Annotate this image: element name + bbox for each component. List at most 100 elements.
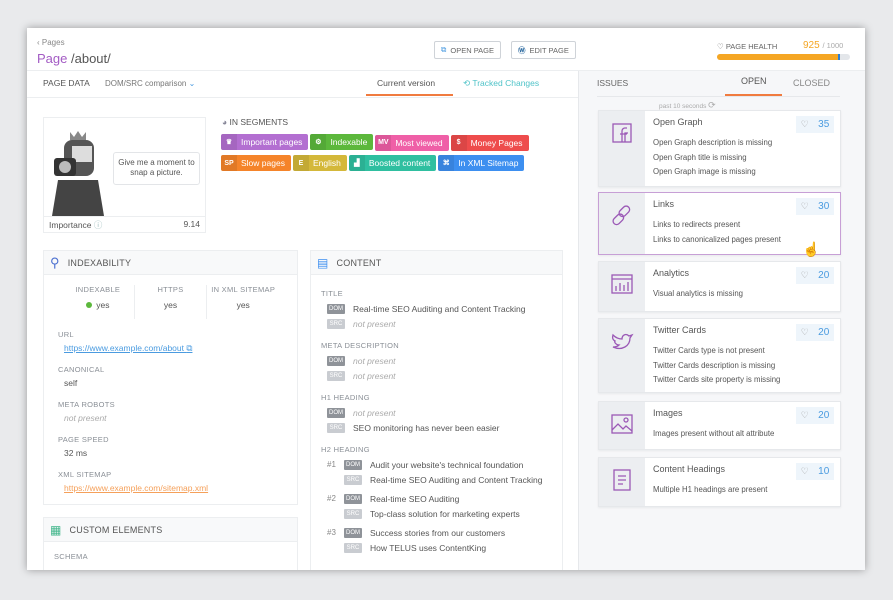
comparison-dropdown[interactable]: DOM/SRC comparison ⌄ <box>105 79 195 88</box>
panel-title: CONTENT <box>336 257 382 268</box>
content-row: DOM not present <box>321 405 552 420</box>
segment-badge[interactable]: ⌘ In XML Sitemap <box>438 154 525 171</box>
score-max: / 1000 <box>822 41 844 50</box>
issue-card[interactable]: Analytics Visual analytics is missing ♡ 20 <box>598 261 841 312</box>
segment-badge[interactable]: $ Money Pages <box>450 134 529 151</box>
segment-badges: ♛ Important pages ⚙ Indexable MV Most viewed $… <box>221 134 561 175</box>
icon-column <box>599 402 645 449</box>
heart-icon[interactable]: ♡ <box>801 327 809 338</box>
content-value: How TELUS uses ContentKing <box>370 542 487 553</box>
money-bag-icon: $ <box>450 134 467 151</box>
score-value: 925 <box>803 40 820 51</box>
content-row: DOM Real-time SEO Auditing and Content Tr… <box>321 301 552 316</box>
content-value: Audit your website's technical foundatio… <box>370 459 524 470</box>
edit-page-label: EDIT PAGE <box>529 45 569 55</box>
issue-card[interactable]: Content Headings Multiple H1 headings are… <box>598 457 841 507</box>
tab-tracked-changes[interactable]: ⟲ Tracked Changes <box>463 78 539 89</box>
url-text: https://www.example.com/about <box>64 343 185 353</box>
indexability-panel: ⚲ INDEXABILITY INDEXABLE yes HTTPS yes IN XML… <box>43 250 298 505</box>
stat-label: HTTPS <box>157 285 184 294</box>
heart-icon[interactable]: ♡ <box>801 270 809 281</box>
segment-badge[interactable]: ▟ Boosted content <box>348 154 437 171</box>
not-present-text: not present <box>353 370 396 381</box>
segment-label: In XML Sitemap <box>458 157 519 168</box>
segment-badge[interactable]: ⚙ Indexable <box>310 134 374 150</box>
divider <box>27 97 578 98</box>
robots-label: META ROBOTS <box>58 400 115 409</box>
score-value: 30 <box>818 201 830 212</box>
open-page-button[interactable]: ⧉ OPEN PAGE <box>434 41 501 59</box>
segment-label: Important pages <box>241 137 303 147</box>
url-link[interactable]: https://www.example.com/about ⧉ <box>58 341 283 364</box>
content-value: Top-class solution for marketing experts <box>370 508 520 519</box>
score-value: 20 <box>818 270 830 281</box>
content-value: Real-time SEO Auditing <box>370 493 460 504</box>
issues-title: ISSUES <box>597 78 629 88</box>
issue-item: Links to redirects present <box>653 220 741 229</box>
issue-score: ♡ 20 <box>796 324 834 341</box>
health-bar-fill <box>717 54 841 60</box>
card-body: Open Graph Open Graph description is miss… <box>645 111 840 186</box>
tab-open[interactable]: OPEN <box>741 76 767 86</box>
custom-elements-panel: ▦ CUSTOM ELEMENTS SCHEMA <box>43 517 298 570</box>
sitemap-link[interactable]: https://www.example.com/sitemap.xml <box>58 481 283 495</box>
src-tag: SRC <box>344 474 362 485</box>
section-label: TITLE <box>321 289 343 298</box>
dom-tag: DOM <box>344 527 362 538</box>
edit-page-button[interactable]: Ⓦ EDIT PAGE <box>511 41 576 59</box>
tab-current-version[interactable]: Current version <box>377 78 435 88</box>
segment-badge[interactable]: E English <box>292 155 347 171</box>
stat-value-text: yes <box>163 300 178 310</box>
card-body: Content Headings Multiple H1 headings are… <box>645 458 840 506</box>
url-label: URL <box>58 330 74 339</box>
crown-icon: ♛ <box>221 134 237 150</box>
segment-badge[interactable]: MV Most viewed <box>375 134 449 151</box>
heart-icon[interactable]: ♡ <box>801 201 809 212</box>
heart-icon[interactable]: ♡ <box>801 466 809 477</box>
hand-cursor-icon: ☝ <box>802 241 820 257</box>
refresh-icon[interactable]: ⟳ <box>708 100 716 110</box>
tab-closed[interactable]: CLOSED <box>793 78 830 88</box>
help-icon[interactable]: ⓘ <box>94 220 103 230</box>
issue-score: ♡ 20 <box>796 267 834 284</box>
importance-label: Importance <box>49 220 92 230</box>
stat-value: yes <box>207 300 279 310</box>
dom-tag: DOM <box>327 303 345 314</box>
issue-item: Multiple H1 headings are present <box>653 485 768 494</box>
issue-score: ♡ 35 <box>796 116 834 133</box>
not-present-text: not present <box>353 407 396 418</box>
segment-label: Slow pages <box>241 158 285 168</box>
issue-card[interactable]: Open Graph Open Graph description is miss… <box>598 110 841 187</box>
analytics-icon <box>611 274 633 294</box>
breadcrumb-label: Pages <box>41 38 65 47</box>
issue-item: Visual analytics is missing <box>653 289 743 298</box>
issue-item: Twitter Cards site property is missing <box>653 375 781 384</box>
segment-badge[interactable]: ♛ Important pages <box>221 134 309 150</box>
segment-badge[interactable]: SP Slow pages <box>221 155 291 171</box>
heart-icon[interactable]: ♡ <box>801 119 809 130</box>
score-value: 20 <box>818 410 830 421</box>
issue-card[interactable]: Images Images present without alt attribu… <box>598 401 841 450</box>
wordpress-icon: Ⓦ <box>518 45 526 55</box>
heading-number: #1 <box>327 460 336 469</box>
indexability-details: URL https://www.example.com/about ⧉ CANO… <box>44 319 297 495</box>
content-body: TITLE DOM Real-time SEO Auditing and Conte… <box>311 275 562 559</box>
stat-value: yes <box>62 300 134 310</box>
page-label: Page <box>37 51 68 66</box>
issue-card[interactable]: Twitter Cards Twitter Cards type is not p… <box>598 318 841 393</box>
issue-card[interactable]: Links Links to redirects present Links to … <box>598 192 841 257</box>
segment-label: Boosted content <box>368 157 431 168</box>
page-path: /about/ <box>71 51 111 66</box>
page-title: Page /about/ <box>37 51 111 66</box>
heart-icon[interactable]: ♡ <box>801 410 809 421</box>
content-value: Real-time SEO Auditing and Content Track… <box>353 303 526 314</box>
src-tag: SRC <box>327 370 345 381</box>
issue-item: Open Graph image is missing <box>653 167 756 176</box>
segment-label: Most viewed <box>395 137 443 148</box>
robot-icon: ⚙ <box>310 134 327 150</box>
stat-value-text: yes <box>96 300 110 310</box>
src-tag: SRC <box>327 422 345 433</box>
issue-item: Twitter Cards description is missing <box>653 360 776 370</box>
breadcrumb-back[interactable]: ‹ Pages <box>37 38 65 47</box>
